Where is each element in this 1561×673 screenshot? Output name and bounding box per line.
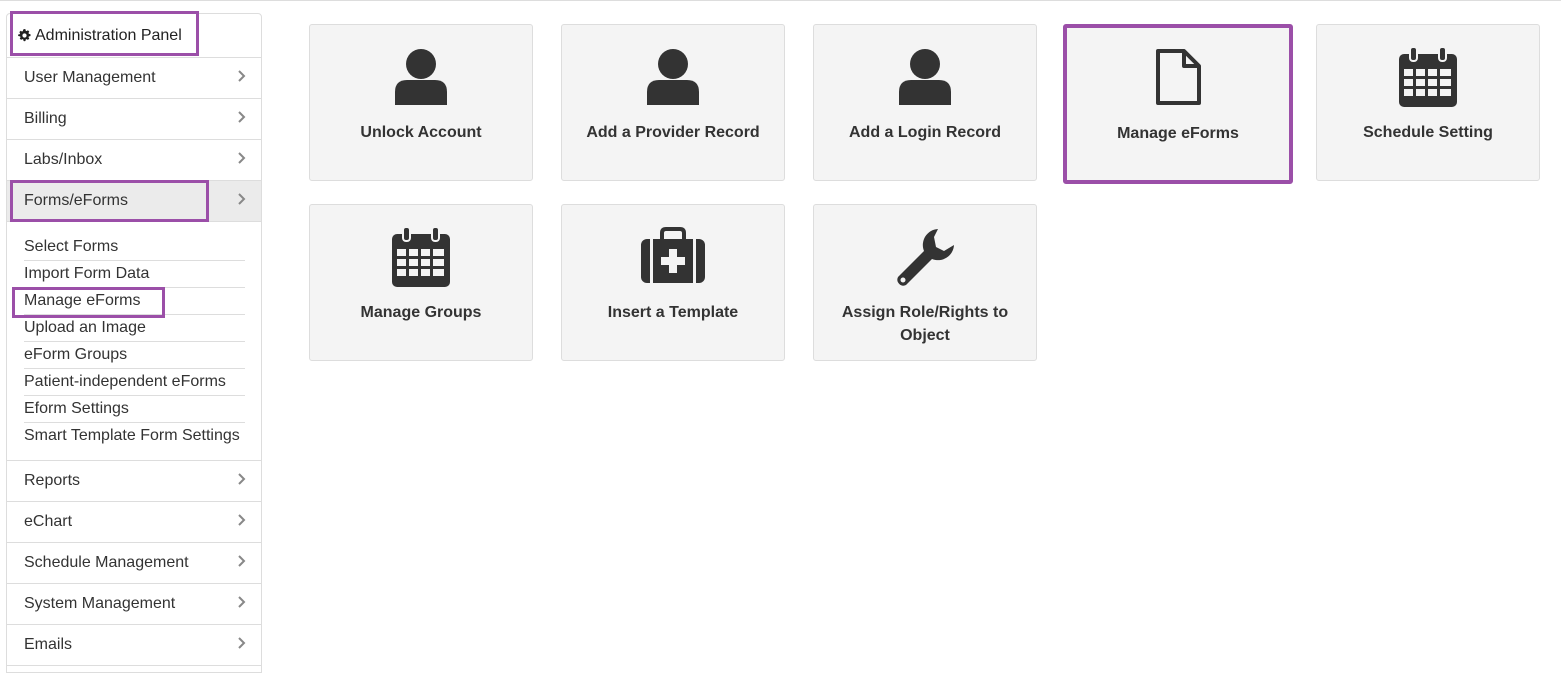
submenu-item-manage-eforms[interactable]: Manage eForms xyxy=(24,288,245,315)
menu-item-system-management[interactable]: System Management xyxy=(7,584,261,625)
menu-item-label: eChart xyxy=(24,513,73,530)
document-icon xyxy=(1156,49,1201,105)
chevron-right-icon xyxy=(238,637,246,649)
submenu-item-eform-settings[interactable]: Eform Settings xyxy=(24,396,245,423)
user-icon xyxy=(647,49,699,105)
tile-label: Insert a Template xyxy=(607,304,739,321)
menu-item-forms-eforms[interactable]: Forms/eForms xyxy=(7,181,261,222)
menu-item-label: Forms/eForms xyxy=(24,192,128,209)
submenu-item-select-forms[interactable]: Select Forms xyxy=(24,234,245,261)
tile-add-provider-record[interactable]: Add a Provider Record xyxy=(561,24,785,181)
menu-item-echart[interactable]: eChart xyxy=(7,502,261,543)
tile-label: Unlock Account xyxy=(360,124,482,141)
user-icon xyxy=(899,49,951,105)
submenu-item-patient-independent-eforms[interactable]: Patient-independent eForms xyxy=(24,369,245,396)
chevron-right-icon xyxy=(238,70,246,82)
menu-item-label: Emails xyxy=(24,636,73,653)
tile-label: Manage eForms xyxy=(1117,125,1239,142)
menu-item-label: User Management xyxy=(24,69,156,86)
chevron-right-icon xyxy=(238,152,246,164)
tile-label: Schedule Setting xyxy=(1363,124,1493,141)
tile-schedule-setting[interactable]: Schedule Setting xyxy=(1316,24,1540,181)
menu-item-label: Billing xyxy=(24,110,67,127)
menu-item-user-management[interactable]: User Management xyxy=(7,58,261,99)
menu-item-label: Labs/Inbox xyxy=(24,151,103,168)
chevron-right-icon xyxy=(238,596,246,608)
panel-title: Administration Panel xyxy=(35,26,182,44)
menu-item-label: Schedule Management xyxy=(24,554,189,571)
chevron-right-icon xyxy=(238,555,246,567)
user-icon xyxy=(395,49,447,105)
chevron-right-icon xyxy=(238,514,246,526)
admin-sidebar: Administration Panel User Management Bil… xyxy=(6,13,262,673)
tile-insert-template[interactable]: Insert a Template xyxy=(561,204,785,361)
tile-label: Assign Role/Rights to Object xyxy=(841,304,1009,344)
panel-heading[interactable]: Administration Panel xyxy=(7,14,261,58)
chevron-right-icon xyxy=(238,473,246,485)
top-border xyxy=(0,0,1561,1)
calendar-icon xyxy=(392,227,450,287)
tile-label: Add a Login Record xyxy=(849,124,1001,141)
submenu-item-upload-image[interactable]: Upload an Image xyxy=(24,315,245,342)
tile-manage-eforms[interactable]: Manage eForms xyxy=(1063,24,1293,184)
menu-item-labs-inbox[interactable]: Labs/Inbox xyxy=(7,140,261,181)
tile-assign-role-rights[interactable]: Assign Role/Rights to Object xyxy=(813,204,1037,361)
chevron-right-icon xyxy=(238,111,246,123)
menu-item-schedule-management[interactable]: Schedule Management xyxy=(7,543,261,584)
submenu-item-smart-template-form-settings[interactable]: Smart Template Form Settings xyxy=(24,423,245,450)
gear-icon xyxy=(18,29,31,42)
wrench-icon xyxy=(897,229,954,286)
medkit-icon xyxy=(641,227,705,283)
calendar-icon xyxy=(1399,47,1457,107)
menu-item-label: System Management xyxy=(24,595,176,612)
tile-manage-groups[interactable]: Manage Groups xyxy=(309,204,533,361)
menu-item-reports[interactable]: Reports xyxy=(7,461,261,502)
tile-add-login-record[interactable]: Add a Login Record xyxy=(813,24,1037,181)
tile-unlock-account[interactable]: Unlock Account xyxy=(309,24,533,181)
menu-item-label: Reports xyxy=(24,472,81,489)
menu-item-billing[interactable]: Billing xyxy=(7,99,261,140)
submenu-item-eform-groups[interactable]: eForm Groups xyxy=(24,342,245,369)
menu-item-emails[interactable]: Emails xyxy=(7,625,261,666)
forms-submenu: Select Forms Import Form Data Manage eFo… xyxy=(7,222,261,461)
tile-label: Add a Provider Record xyxy=(586,124,760,141)
tile-label: Manage Groups xyxy=(360,304,482,321)
submenu-item-import-form-data[interactable]: Import Form Data xyxy=(24,261,245,288)
chevron-right-icon xyxy=(238,193,246,205)
